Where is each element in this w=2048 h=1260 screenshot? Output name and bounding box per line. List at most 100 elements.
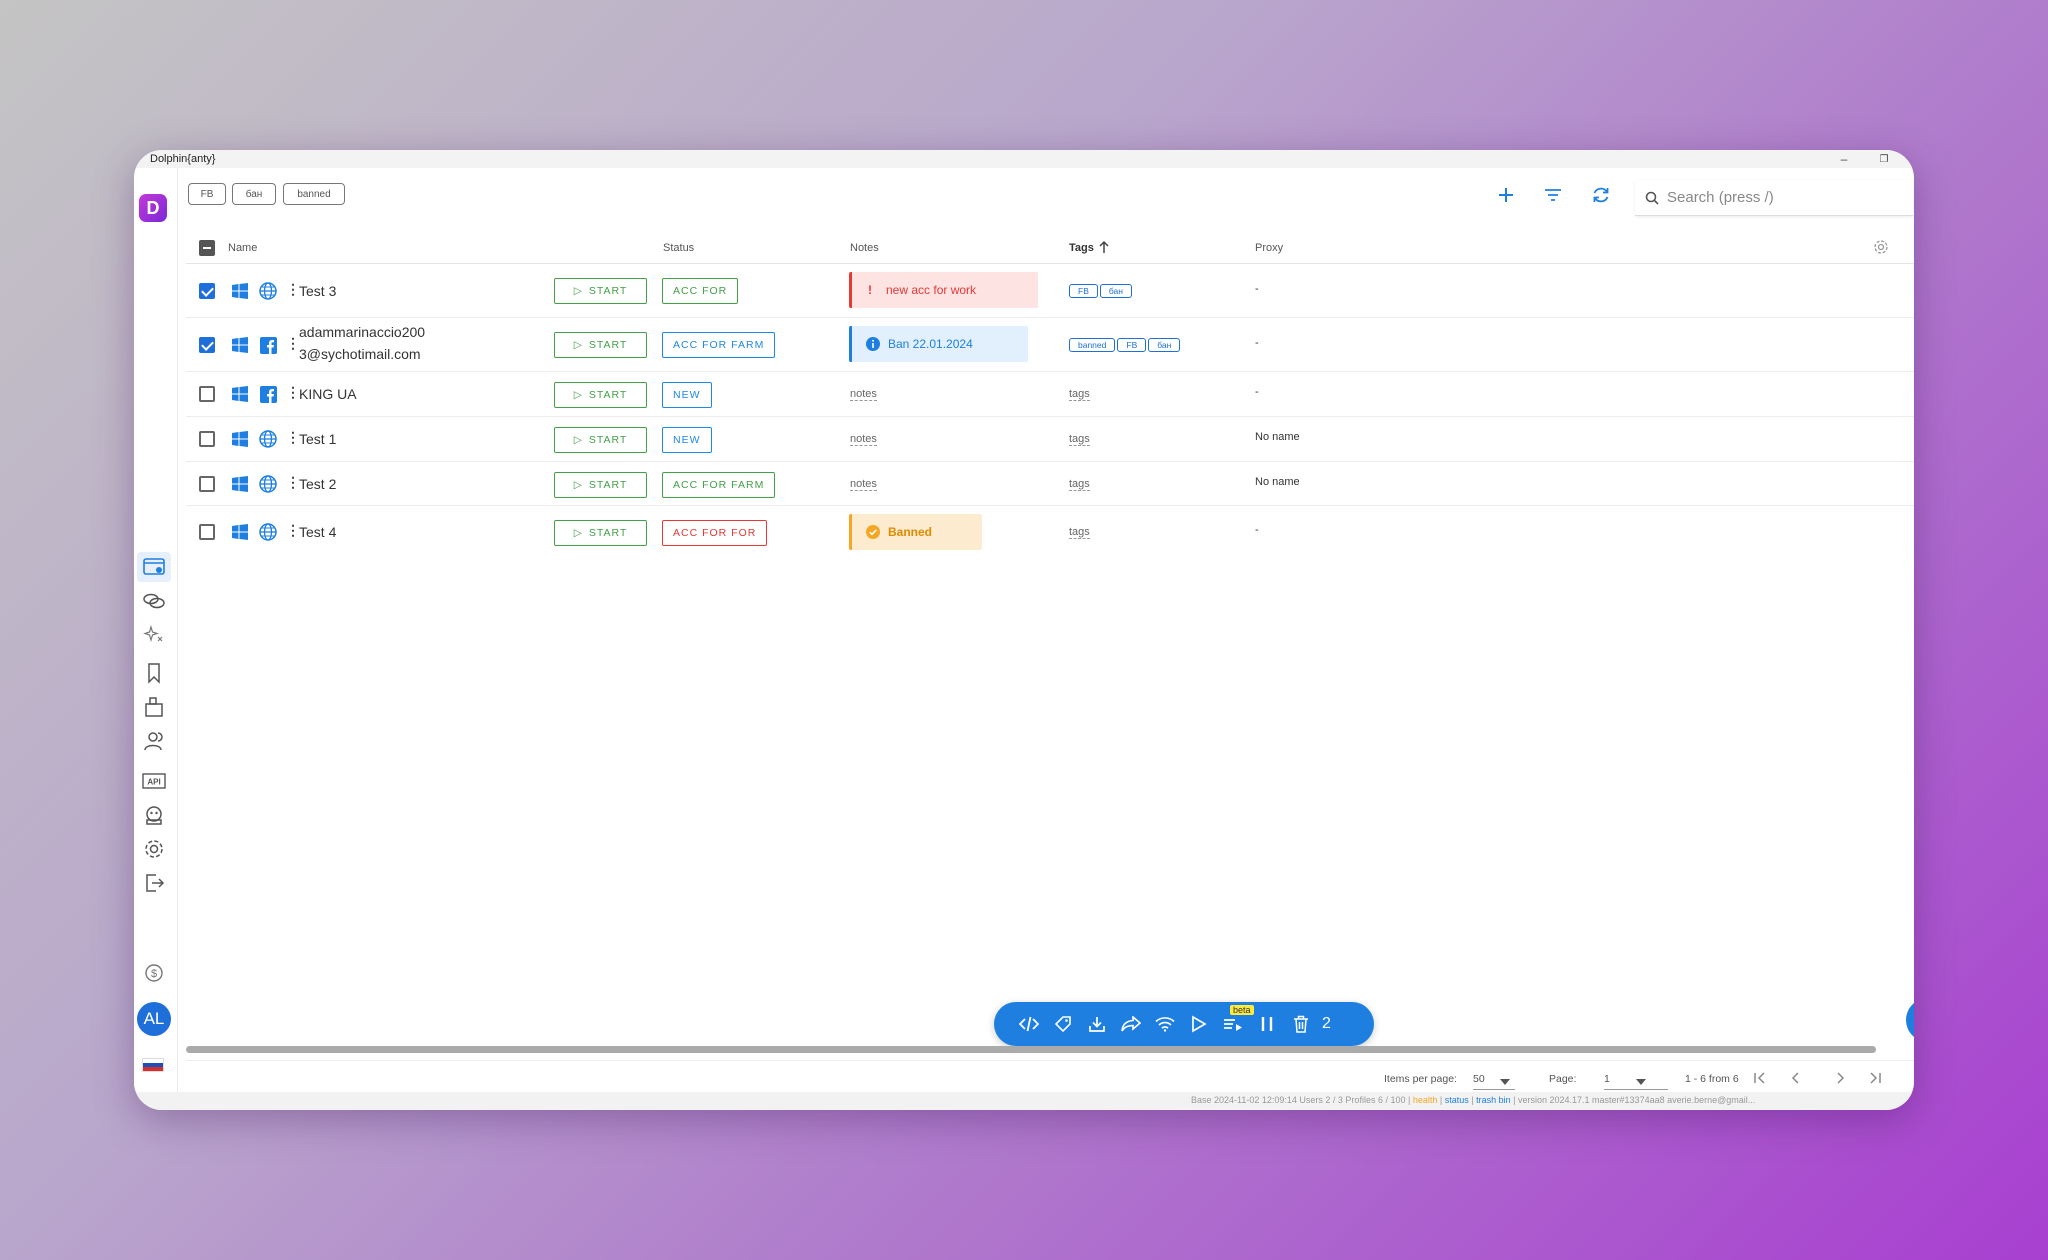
code-icon[interactable] <box>1012 1002 1046 1046</box>
note-box[interactable]: ! new acc for work <box>849 272 1038 308</box>
chevron-down-icon[interactable] <box>1500 1076 1510 1088</box>
row-menu-icon[interactable]: ⋮ <box>286 281 300 298</box>
status-badge[interactable]: ACC FOR FARM <box>662 472 776 498</box>
status-badge[interactable]: ACC FOR <box>662 278 739 304</box>
row-menu-icon[interactable]: ⋮ <box>286 474 300 491</box>
filter-chip-ban[interactable]: бан <box>232 183 276 205</box>
profile-name[interactable]: Test 4 <box>299 524 336 540</box>
proxy-value[interactable]: No name <box>1255 476 1300 488</box>
column-header-name[interactable]: Name <box>228 242 257 254</box>
table-row[interactable]: ⋮ Test 2 ▷ START ACC FOR FARM notes tags … <box>186 462 1914 506</box>
user-avatar[interactable]: AL <box>137 1002 171 1036</box>
download-icon[interactable] <box>1080 1002 1114 1046</box>
row-checkbox[interactable] <box>199 283 215 299</box>
column-header-status[interactable]: Status <box>663 242 694 254</box>
start-button[interactable]: ▷ START <box>554 278 647 304</box>
first-page-icon[interactable] <box>1753 1072 1767 1087</box>
users-icon[interactable] <box>137 726 171 756</box>
horizontal-scrollbar[interactable] <box>186 1046 1876 1053</box>
tag-icon[interactable] <box>1046 1002 1080 1046</box>
bot-icon[interactable] <box>137 800 171 830</box>
filter-chip-fb[interactable]: FB <box>188 183 226 205</box>
settings-icon[interactable] <box>137 834 171 864</box>
note-box[interactable]: Ban 22.01.2024 <box>849 326 1028 362</box>
filter-chip-banned[interactable]: banned <box>283 183 345 205</box>
start-button[interactable]: ▷ START <box>554 472 647 498</box>
start-button[interactable]: ▷ START <box>554 520 647 546</box>
tags-placeholder[interactable]: tags <box>1069 478 1090 491</box>
health-link[interactable]: health <box>1413 1095 1438 1105</box>
chevron-down-icon[interactable] <box>1636 1076 1646 1088</box>
row-checkbox[interactable] <box>199 524 215 540</box>
table-row[interactable]: ⋮ Test 3 ▷ START ACC FOR ! new acc for wo… <box>186 264 1914 318</box>
tags-placeholder[interactable]: tags <box>1069 526 1090 539</box>
link-icon[interactable] <box>137 586 171 616</box>
profile-name[interactable]: Test 2 <box>299 476 336 492</box>
search-box[interactable] <box>1635 180 1913 216</box>
filter-icon[interactable] <box>1538 180 1568 210</box>
profile-name-line2[interactable]: 3@sychotimail.com <box>299 346 421 362</box>
note-box[interactable]: Banned <box>849 514 982 550</box>
prev-page-icon[interactable] <box>1790 1072 1800 1087</box>
row-menu-icon[interactable]: ⋮ <box>286 522 300 539</box>
profile-name-line1[interactable]: adammarinaccio200 <box>299 324 425 340</box>
profile-name[interactable]: KING UA <box>299 386 357 402</box>
language-flag-icon[interactable] <box>142 1058 164 1072</box>
start-button[interactable]: ▷ START <box>554 332 647 358</box>
status-badge[interactable]: NEW <box>662 427 712 453</box>
profile-name[interactable]: Test 1 <box>299 431 336 447</box>
start-button[interactable]: ▷ START <box>554 382 647 408</box>
trash-bin-link[interactable]: trash bin <box>1476 1095 1511 1105</box>
proxy-value[interactable]: - <box>1255 337 1259 349</box>
row-checkbox[interactable] <box>199 431 215 447</box>
start-button[interactable]: ▷ START <box>554 427 647 453</box>
row-checkbox[interactable] <box>199 476 215 492</box>
notes-placeholder[interactable]: notes <box>850 388 877 401</box>
tags-list[interactable]: banned FB бан <box>1069 338 1182 352</box>
column-settings-icon[interactable] <box>1873 239 1889 258</box>
extensions-icon[interactable] <box>137 692 171 722</box>
add-profile-icon[interactable] <box>1491 180 1521 210</box>
next-page-icon[interactable] <box>1836 1072 1846 1087</box>
logout-icon[interactable] <box>137 868 171 898</box>
notes-placeholder[interactable]: notes <box>850 478 877 491</box>
column-header-notes[interactable]: Notes <box>850 242 879 254</box>
row-menu-icon[interactable]: ⋮ <box>286 429 300 446</box>
minimize-button[interactable]: – <box>1824 150 1864 168</box>
proxy-value[interactable]: - <box>1255 283 1259 295</box>
share-icon[interactable] <box>1114 1002 1148 1046</box>
row-checkbox[interactable] <box>199 386 215 402</box>
column-header-proxy[interactable]: Proxy <box>1255 242 1283 254</box>
refresh-icon[interactable] <box>1586 180 1616 210</box>
sparkle-icon[interactable] <box>137 620 171 650</box>
api-icon[interactable]: API <box>137 766 171 796</box>
last-page-icon[interactable] <box>1868 1072 1882 1087</box>
bookmark-icon[interactable] <box>137 658 171 688</box>
play-icon[interactable] <box>1182 1002 1216 1046</box>
row-menu-icon[interactable]: ⋮ <box>286 335 300 352</box>
row-menu-icon[interactable]: ⋮ <box>286 384 300 401</box>
proxy-value[interactable]: - <box>1255 386 1259 398</box>
table-row[interactable]: ⋮ Test 4 ▷ START ACC FOR FOR Banned tags … <box>186 506 1914 560</box>
tags-list[interactable]: FB бан <box>1069 284 1134 298</box>
browser-profiles-icon[interactable] <box>137 552 171 582</box>
proxy-value[interactable]: No name <box>1255 431 1300 443</box>
tags-placeholder[interactable]: tags <box>1069 388 1090 401</box>
queue-icon[interactable]: beta <box>1216 1002 1254 1046</box>
status-badge[interactable]: ACC FOR FARM <box>662 332 776 358</box>
app-logo[interactable]: D <box>139 194 167 222</box>
search-input[interactable] <box>1667 189 1897 206</box>
column-header-tags[interactable]: Tags <box>1069 242 1094 254</box>
notes-placeholder[interactable]: notes <box>850 433 877 446</box>
pause-icon[interactable] <box>1250 1002 1284 1046</box>
trash-icon[interactable] <box>1284 1002 1318 1046</box>
row-checkbox[interactable] <box>199 337 215 353</box>
wifi-icon[interactable] <box>1148 1002 1182 1046</box>
sort-ascending-icon[interactable] <box>1098 240 1110 257</box>
table-row[interactable]: ⋮ Test 1 ▷ START NEW notes tags No name <box>186 417 1914 462</box>
status-badge[interactable]: ACC FOR FOR <box>662 520 768 546</box>
table-row[interactable]: ⋮ KING UA ▷ START NEW notes tags - <box>186 372 1914 417</box>
status-badge[interactable]: NEW <box>662 382 712 408</box>
dollar-icon[interactable]: $ <box>137 958 171 988</box>
proxy-value[interactable]: - <box>1255 524 1259 536</box>
